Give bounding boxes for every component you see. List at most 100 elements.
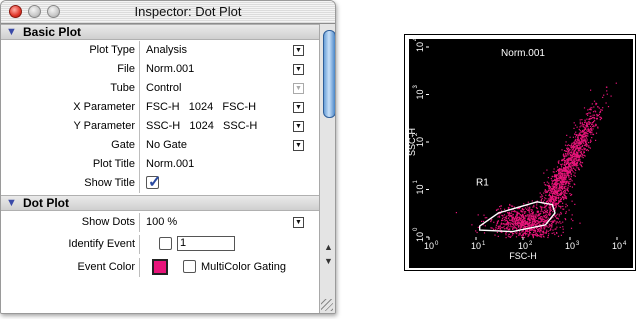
x-tick-label: 10 (424, 241, 434, 251)
event-color-swatch[interactable] (152, 259, 168, 275)
data-point (586, 129, 588, 131)
resize-grip-icon[interactable] (321, 299, 333, 311)
data-point (519, 233, 521, 235)
data-point (558, 205, 560, 207)
divider (139, 174, 140, 193)
data-point (520, 210, 522, 212)
data-point (592, 125, 594, 127)
data-point (571, 186, 573, 188)
data-point (560, 198, 563, 200)
data-point (553, 192, 555, 194)
row-label: Tube (110, 82, 135, 94)
x-parameter-popup-button[interactable]: ▼ (293, 102, 304, 113)
data-point (555, 190, 557, 192)
section-dot-plot[interactable]: ▼ Dot Plot (1, 195, 319, 211)
data-point (563, 208, 565, 210)
data-point (496, 231, 498, 233)
data-point (559, 173, 561, 175)
section-basic-plot[interactable]: ▼ Basic Plot (1, 24, 319, 40)
data-point (567, 181, 569, 183)
data-point (550, 186, 552, 188)
data-point (522, 216, 524, 218)
scroll-down-arrow-icon[interactable]: ▼ (323, 256, 334, 266)
data-point (559, 205, 561, 208)
data-point (527, 207, 529, 209)
data-point (566, 189, 568, 191)
data-point (511, 225, 513, 228)
data-point (575, 152, 578, 154)
data-point (548, 187, 550, 189)
show-dots-popup-button[interactable]: ▼ (293, 217, 304, 228)
plot-type-popup-button[interactable]: ▼ (293, 45, 304, 56)
row-y-parameter: Y Parameter SSC-H 1024 SSC-H ▼ (1, 117, 319, 136)
disclosure-triangle-icon[interactable]: ▼ (6, 26, 17, 38)
identify-event-checkbox[interactable] (159, 237, 172, 250)
data-point (563, 164, 566, 166)
plot-title-field[interactable]: Norm.001 (146, 158, 194, 170)
data-point (543, 226, 545, 229)
row-gate: Gate No Gate ▼ (1, 136, 319, 155)
data-point (532, 215, 534, 217)
data-point (587, 131, 589, 133)
data-point (490, 227, 492, 229)
data-point (558, 178, 560, 180)
data-point (523, 223, 525, 225)
data-point (515, 220, 517, 222)
data-point (573, 122, 575, 124)
data-point (579, 119, 581, 121)
data-point (569, 185, 571, 187)
data-point (576, 162, 578, 164)
data-point (565, 206, 567, 208)
data-point (564, 189, 566, 191)
data-point (567, 166, 569, 168)
data-point (565, 141, 567, 143)
data-point (550, 224, 552, 226)
data-point (590, 139, 592, 141)
file-popup-button[interactable]: ▼ (293, 64, 304, 75)
data-point (550, 196, 552, 198)
data-point (482, 220, 485, 222)
data-point (558, 215, 560, 217)
multicolor-gating-label: MultiColor Gating (201, 261, 286, 273)
data-point (533, 231, 535, 233)
data-point (570, 152, 573, 154)
scrollbar-thumb[interactable] (323, 30, 335, 118)
scroll-up-arrow-icon[interactable]: ▲ (323, 242, 334, 252)
identify-event-field[interactable]: 1 (177, 236, 235, 251)
data-point (565, 153, 567, 155)
region-label: R1 (476, 178, 489, 189)
data-point (583, 150, 585, 152)
vertical-scrollbar[interactable]: ▲ ▼ (319, 24, 335, 313)
data-point (590, 127, 593, 129)
data-point (520, 218, 522, 220)
title-bar[interactable]: Inspector: Dot Plot (1, 1, 335, 24)
data-point (531, 233, 533, 235)
data-point (576, 138, 579, 140)
data-point (540, 199, 543, 201)
data-point (541, 197, 543, 200)
data-point (516, 211, 518, 213)
data-point (560, 163, 562, 166)
data-point (574, 145, 576, 148)
data-point (587, 142, 590, 144)
multicolor-gating-checkbox[interactable] (183, 260, 196, 273)
data-point (483, 232, 486, 234)
data-point (586, 144, 588, 146)
show-title-checkbox[interactable]: ✓ (146, 174, 161, 191)
data-point (522, 222, 524, 224)
y-parameter-popup-button[interactable]: ▼ (293, 121, 304, 132)
data-point (529, 206, 531, 208)
data-point (554, 174, 556, 176)
disclosure-triangle-icon[interactable]: ▼ (6, 197, 17, 209)
data-point (515, 211, 517, 213)
tube-popup-button[interactable]: ▼ (293, 83, 304, 94)
data-point (526, 208, 528, 210)
data-point (577, 137, 579, 139)
gate-popup-button[interactable]: ▼ (293, 140, 304, 151)
data-point (524, 232, 526, 234)
data-point (554, 202, 556, 204)
data-point (569, 148, 571, 151)
data-point (541, 219, 543, 221)
data-point (531, 218, 533, 220)
data-point (543, 211, 545, 214)
